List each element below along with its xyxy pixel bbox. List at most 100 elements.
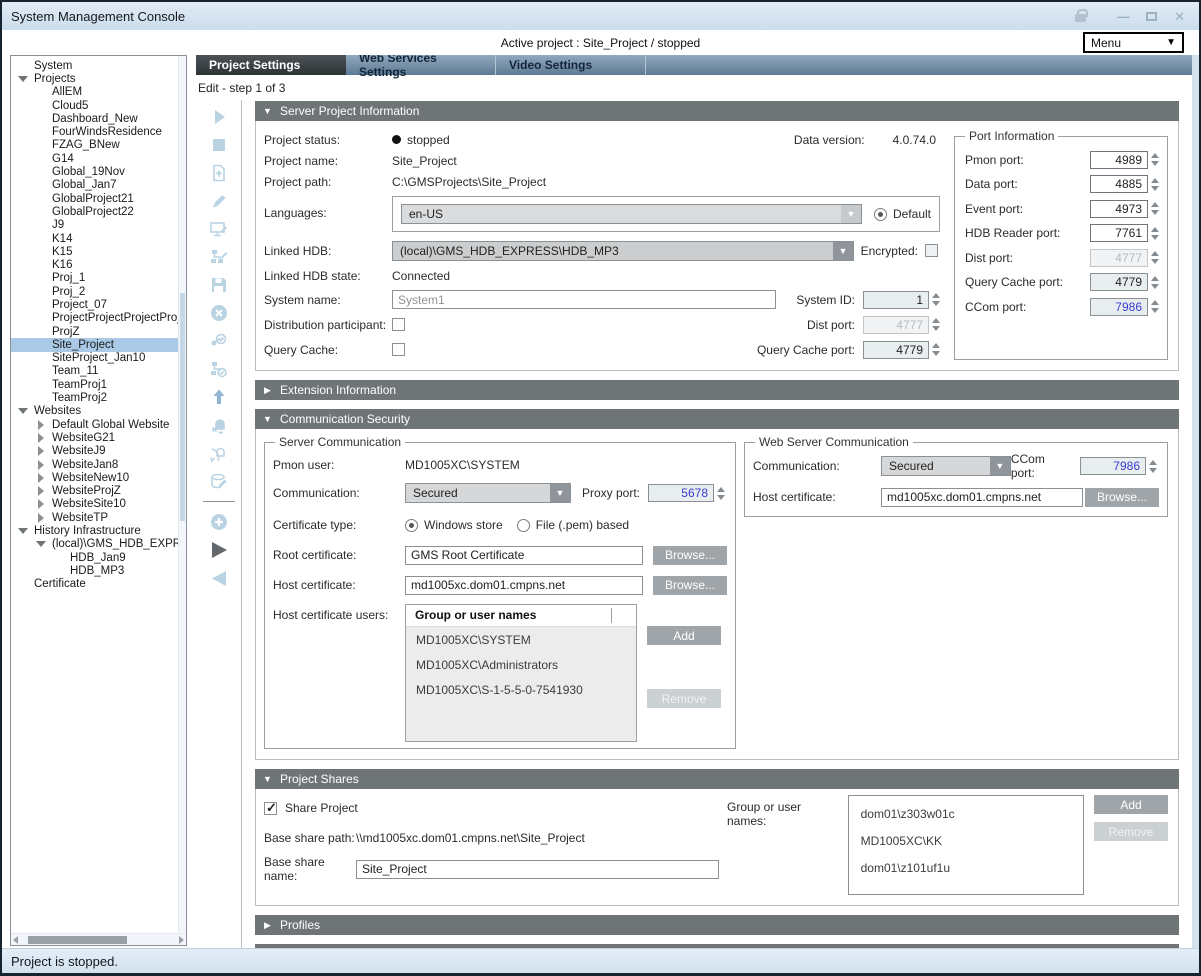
tree-expander-icon[interactable]	[35, 445, 48, 457]
tree-item[interactable]: Cloud5	[11, 99, 186, 112]
upgrade-project-icon[interactable]	[208, 162, 230, 184]
tree-expander-icon[interactable]	[17, 60, 30, 72]
stop-project-icon[interactable]	[208, 134, 230, 156]
tree-item[interactable]: ProjectProjectProjectProje	[11, 312, 186, 325]
tree-expander-icon[interactable]	[35, 113, 48, 125]
port-spinner[interactable]: 4989	[1090, 151, 1159, 169]
tree-item[interactable]: ProjZ	[11, 325, 186, 338]
chevron-down-icon[interactable]: ▼	[990, 457, 1010, 475]
browse-web-host-certificate-button[interactable]: Browse...	[1085, 488, 1159, 507]
tree-expander-icon[interactable]	[35, 432, 48, 444]
web-communication-combobox[interactable]: Secured ▼	[881, 456, 1011, 476]
chevron-down-icon[interactable]: ▼	[833, 242, 853, 260]
section-header-profiles[interactable]: ▶ Profiles	[255, 915, 1179, 935]
tree-expander-icon[interactable]	[35, 100, 48, 112]
tree-item[interactable]: System	[11, 59, 186, 72]
link-hdb-icon[interactable]	[208, 330, 230, 352]
tree-expander-icon[interactable]	[35, 472, 48, 484]
tab[interactable]: Web Services Settings	[346, 55, 496, 75]
tree-item[interactable]: Site_Project	[11, 338, 186, 351]
host-certificate-users-list[interactable]: Group or user names MD1005XC\SYSTEM	[405, 604, 637, 742]
user-list-item[interactable]: MD1005XC\S-1-5-5-0-7541930	[406, 677, 636, 702]
chevron-down-icon[interactable]: ▼	[841, 205, 861, 223]
share-user-item[interactable]: dom01\z101uf1u	[849, 854, 1083, 881]
root-certificate-input[interactable]	[405, 546, 643, 565]
scrollbar-thumb[interactable]	[28, 936, 127, 944]
tree-expander-icon[interactable]	[35, 126, 48, 138]
share-user-item[interactable]: dom01\z303w01c	[849, 800, 1083, 827]
start-project-icon[interactable]	[208, 106, 230, 128]
language-combobox[interactable]: en-US ▼	[401, 204, 862, 224]
chevron-down-icon[interactable]: ▼	[550, 484, 570, 502]
previous-icon[interactable]	[208, 567, 230, 589]
tree-item[interactable]: WebsiteNew10	[11, 471, 186, 484]
tree-item[interactable]: Proj_2	[11, 285, 186, 298]
add-share-user-button[interactable]: Add	[1094, 795, 1168, 814]
tree-item[interactable]: Global_19Nov	[11, 165, 186, 178]
distribution-participant-checkbox[interactable]	[392, 318, 405, 331]
tree-expander-icon[interactable]	[53, 565, 66, 577]
tree-expander-icon[interactable]	[53, 552, 66, 564]
tree-expander-icon[interactable]	[17, 578, 30, 590]
edit-project-display-icon[interactable]	[208, 218, 230, 240]
section-header-server-project-information[interactable]: ▼ Server Project Information	[255, 101, 1179, 121]
restore-events-icon[interactable]	[208, 442, 230, 464]
port-spinner[interactable]: 7761	[1090, 224, 1159, 242]
query-cache-port-spinner[interactable]: 4779	[863, 341, 940, 359]
tree-expander-icon[interactable]	[17, 73, 30, 85]
tree-vertical-scrollbar[interactable]	[178, 56, 186, 933]
communication-combobox[interactable]: Secured ▼	[405, 483, 571, 503]
remove-share-user-button[interactable]: Remove	[1094, 822, 1168, 841]
tree-expander-icon[interactable]	[17, 405, 30, 417]
web-host-certificate-input[interactable]	[881, 488, 1083, 507]
tree-expander-icon[interactable]	[35, 166, 48, 178]
tree-expander-icon[interactable]	[35, 139, 48, 151]
tree-item[interactable]: WebsiteG21	[11, 431, 186, 444]
host-certificate-input[interactable]	[405, 576, 643, 595]
tree-expander-icon[interactable]	[35, 246, 48, 258]
edit-distribution-icon[interactable]	[208, 246, 230, 268]
tree-item[interactable]: (local)\GMS_HDB_EXPRES	[11, 538, 186, 551]
tree-item[interactable]: Dashboard_New	[11, 112, 186, 125]
section-header-communication-security[interactable]: ▼ Communication Security	[255, 409, 1179, 429]
tree-item[interactable]: History Infrastructure	[11, 524, 186, 537]
tree-expander-icon[interactable]	[35, 538, 48, 550]
tree-item[interactable]: J9	[11, 219, 186, 232]
tree-expander-icon[interactable]	[35, 392, 48, 404]
tree-item[interactable]: Websites	[11, 405, 186, 418]
tree-item[interactable]: Global_Jan7	[11, 179, 186, 192]
tree-item[interactable]: GlobalProject21	[11, 192, 186, 205]
tree-item[interactable]: TeamProj2	[11, 391, 186, 404]
tree-item[interactable]: SiteProject_Jan10	[11, 352, 186, 365]
tree-item[interactable]: WebsiteJan8	[11, 458, 186, 471]
ccom-port-spinner[interactable]: 7986	[1080, 457, 1157, 475]
tree-expander-icon[interactable]	[35, 86, 48, 98]
minimize-button[interactable]: ––	[1117, 10, 1129, 23]
menu-dropdown[interactable]: Menu ▼	[1083, 32, 1184, 53]
tree-item[interactable]: WebsiteSite10	[11, 498, 186, 511]
system-name-input[interactable]	[392, 290, 776, 309]
tree-expander-icon[interactable]	[35, 419, 48, 431]
tree-item[interactable]: K16	[11, 258, 186, 271]
section-header-project-shares[interactable]: ▼ Project Shares	[255, 769, 1179, 789]
proxy-port-spinner[interactable]: 5678	[648, 484, 725, 502]
tree-item[interactable]: Projects	[11, 72, 186, 85]
port-spinner[interactable]: 4777	[1090, 249, 1159, 267]
tree-item[interactable]: HDB_MP3	[11, 564, 186, 577]
tree-expander-icon[interactable]	[35, 286, 48, 298]
browse-host-certificate-button[interactable]: Browse...	[653, 576, 727, 595]
tree-expander-icon[interactable]	[35, 219, 48, 231]
tree-expander-icon[interactable]	[35, 179, 48, 191]
remove-user-button[interactable]: Remove	[647, 689, 721, 708]
tree-item[interactable]: AllEM	[11, 86, 186, 99]
port-spinner[interactable]: 7986	[1090, 298, 1159, 316]
close-project-icon[interactable]	[208, 302, 230, 324]
windows-store-radio[interactable]: Windows store	[405, 518, 503, 532]
edit-project-icon[interactable]	[208, 190, 230, 212]
tree-item[interactable]: WebsiteJ9	[11, 445, 186, 458]
tree-expander-icon[interactable]	[35, 312, 48, 324]
default-language-radio[interactable]: Default	[874, 207, 931, 221]
scroll-left-icon[interactable]	[13, 936, 18, 944]
share-project-checkbox[interactable]	[264, 802, 277, 815]
linked-hdb-combobox[interactable]: (local)\GMS_HDB_EXPRESS\HDB_MP3 ▼	[392, 241, 854, 261]
